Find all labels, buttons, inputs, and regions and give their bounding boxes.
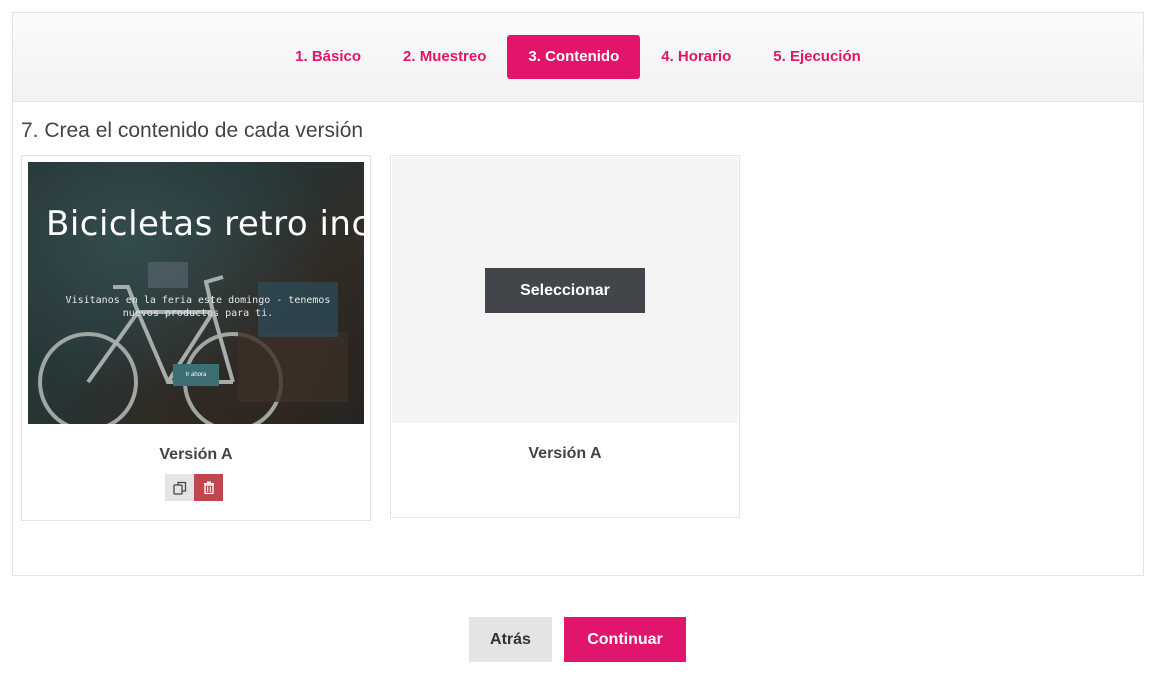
- back-button[interactable]: Atrás: [469, 617, 552, 662]
- preview-title: Bicicletas retro inc.: [46, 204, 364, 244]
- preview-subtitle: Visitanos en la feria este domingo - ten…: [65, 295, 331, 319]
- select-content-button[interactable]: Seleccionar: [485, 268, 645, 313]
- tab-muestreo[interactable]: 2. Muestreo: [382, 35, 507, 79]
- section-title: 7. Crea el contenido de cada versión: [21, 119, 364, 142]
- delete-button[interactable]: [194, 474, 223, 501]
- trash-icon: [203, 481, 214, 494]
- tab-contenido[interactable]: 3. Contenido: [507, 35, 641, 79]
- tab-ejecucion[interactable]: 5. Ejecución: [752, 35, 882, 79]
- version-card-a: Bicicletas retro inc. Visitanos en la fe…: [21, 155, 371, 521]
- empty-preview: Seleccionar: [392, 157, 738, 423]
- version-preview-image[interactable]: Bicicletas retro inc. Visitanos en la fe…: [28, 162, 364, 424]
- steps-nav: 1. Básico 2. Muestreo 3. Contenido 4. Ho…: [13, 13, 1143, 102]
- tab-basico[interactable]: 1. Básico: [274, 35, 382, 79]
- copy-button[interactable]: [165, 474, 194, 501]
- continue-button[interactable]: Continuar: [564, 617, 686, 662]
- version-actions: [165, 474, 223, 501]
- preview-cta: Ir ahora: [173, 364, 219, 386]
- version-label: Versión A: [159, 446, 233, 463]
- tab-horario[interactable]: 4. Horario: [640, 35, 752, 79]
- version-card-b: Seleccionar Versión A: [390, 155, 740, 518]
- copy-icon: [172, 481, 186, 495]
- version-label: Versión A: [528, 445, 602, 462]
